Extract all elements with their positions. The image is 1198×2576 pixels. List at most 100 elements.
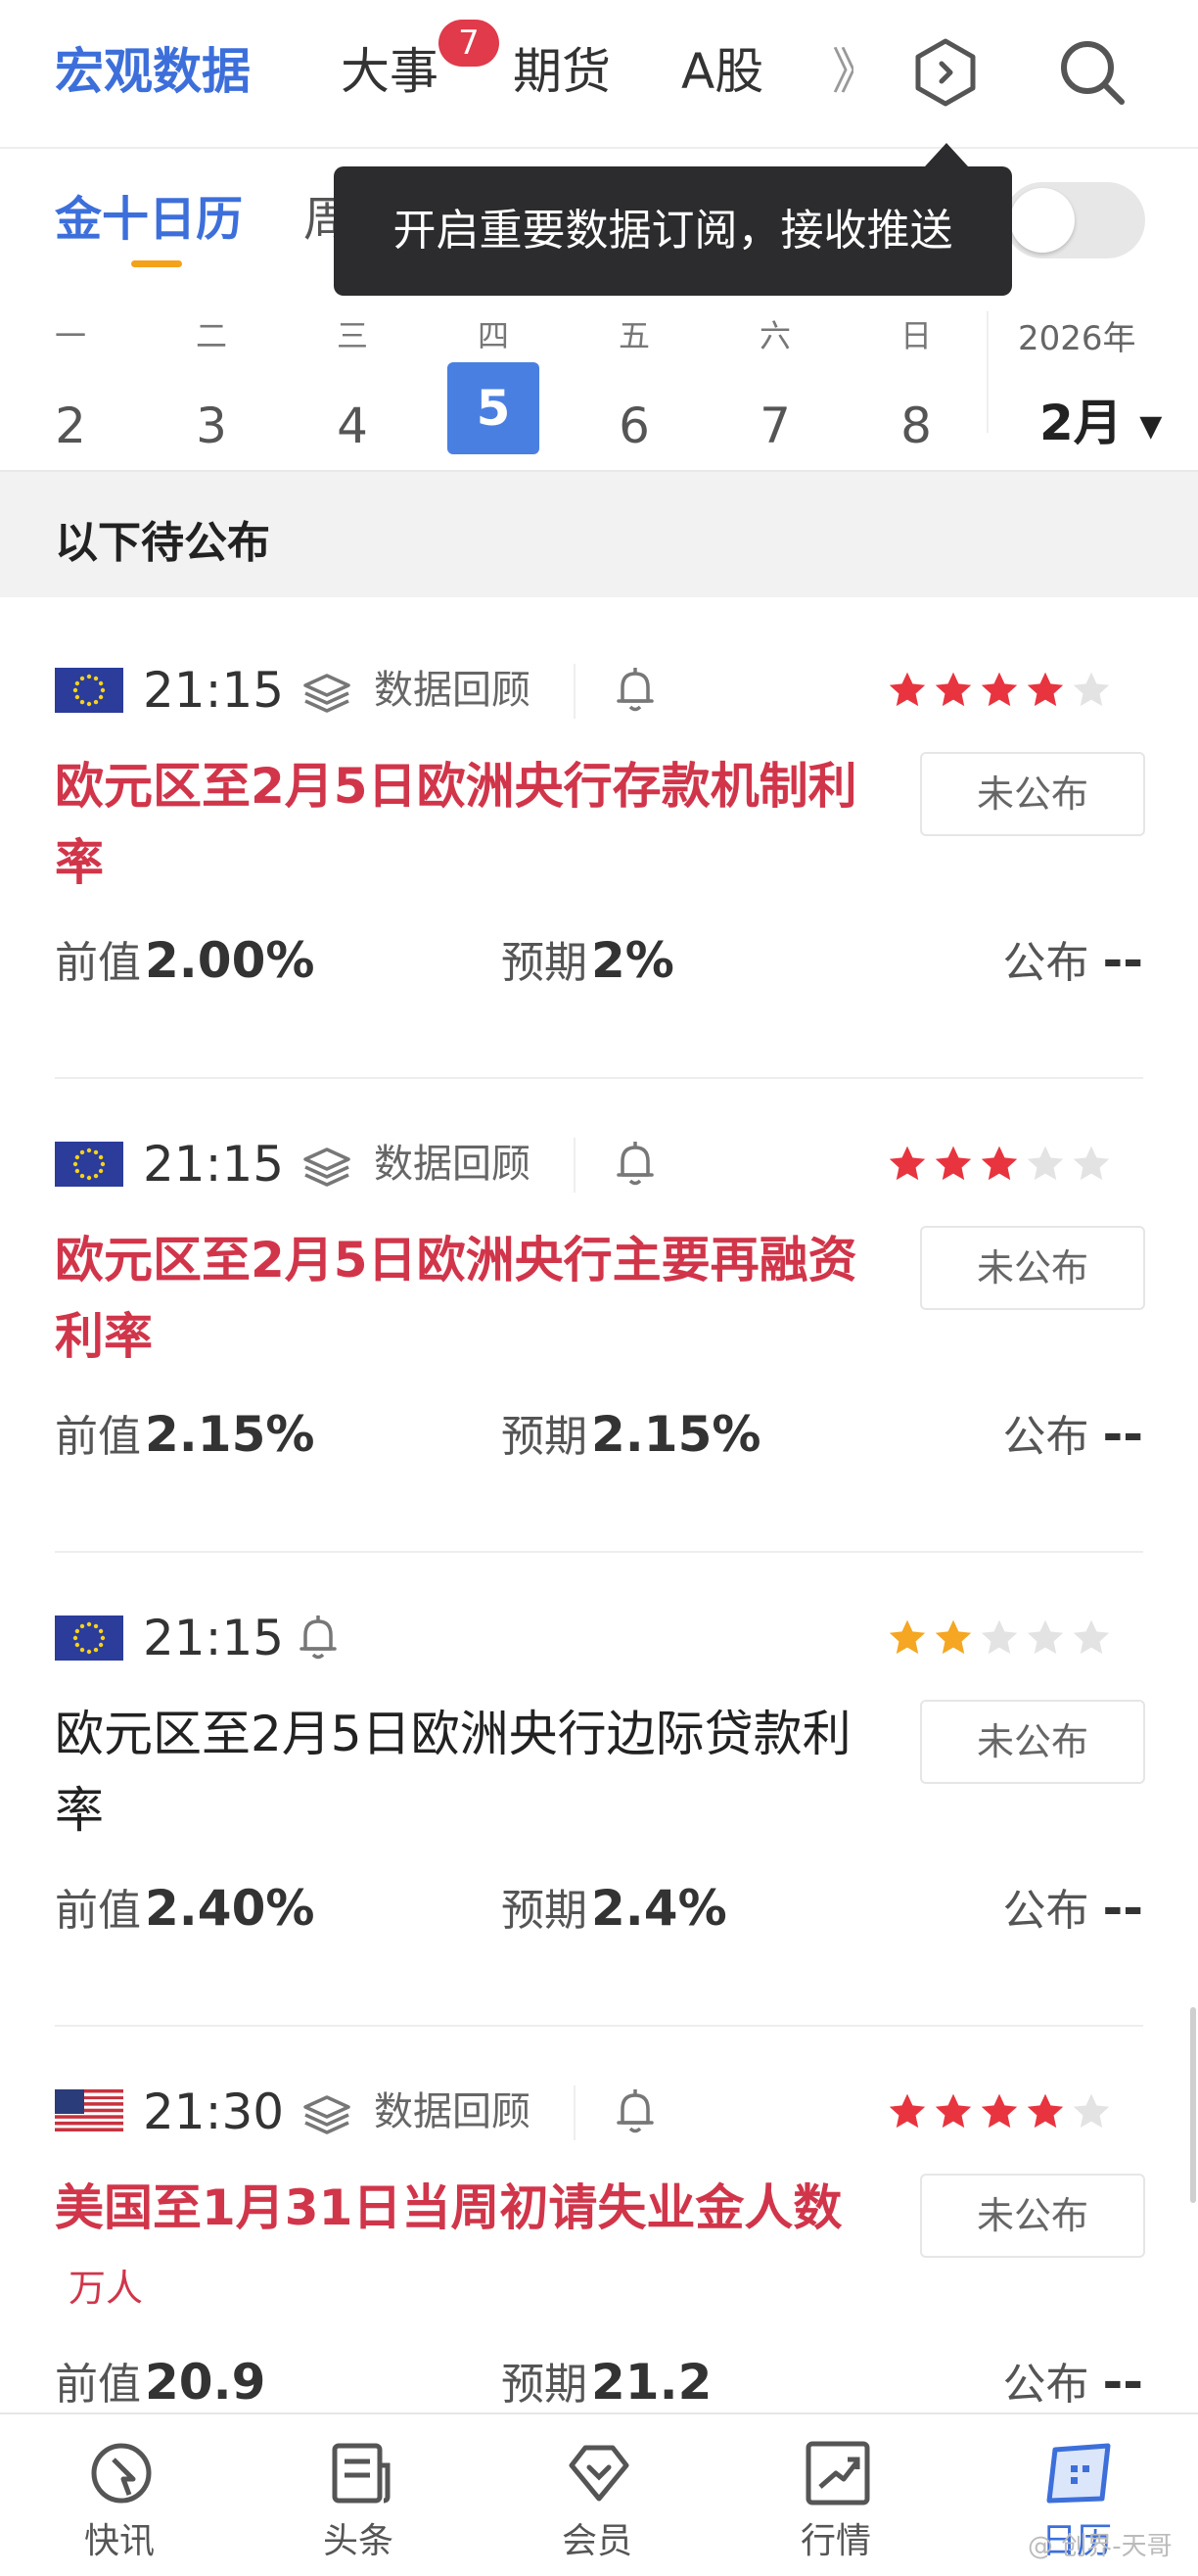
previous-value: 2.00% — [145, 932, 315, 989]
unread-badge: 7 — [438, 20, 499, 67]
weekday-label: 日 — [899, 317, 932, 354]
flash-news-icon — [91, 2443, 152, 2504]
importance-stars — [889, 672, 1110, 707]
tab-overflow[interactable]: 》 — [832, 37, 853, 106]
previous-value: 2.15% — [145, 1406, 315, 1463]
week-divider — [987, 311, 989, 433]
toggle-knob — [1010, 188, 1075, 253]
event-card[interactable]: 21:15 数据回顾 欧元区至2月5日欧洲央行主要再融资利率 未公布 前值2.15% 预期… — [55, 1077, 1145, 1553]
bell-icon[interactable] — [296, 1612, 341, 1663]
divider — [574, 1138, 576, 1193]
date-cell[interactable]: 3 — [162, 380, 260, 472]
expected-label: 预期 — [501, 1886, 587, 1936]
event-values: 前值20.9 预期21.2 公布 -- — [55, 2348, 1143, 2416]
divider — [574, 2085, 576, 2140]
scrollbar[interactable] — [1190, 2007, 1196, 2203]
bottom-nav: 快讯 头条 会员 行情 日历 — [0, 2412, 1198, 2576]
search-icon[interactable] — [1055, 35, 1129, 110]
event-card[interactable]: 21:15 数据回顾 欧元区至2月5日欧洲央行存款机制利率 未公布 前值2.00% 预期2… — [55, 603, 1145, 1079]
expected-value: 2.4% — [591, 1880, 727, 1937]
bell-icon[interactable] — [613, 664, 658, 715]
month-label: 2月 — [1039, 395, 1123, 451]
layers-icon — [303, 2095, 350, 2134]
bottom-nav-flash[interactable]: 快讯 — [22, 2414, 217, 2576]
hexagon-icon[interactable] — [910, 37, 981, 108]
layers-icon — [303, 1147, 350, 1187]
bottom-nav-member[interactable]: 会员 — [499, 2414, 695, 2576]
date-cell[interactable]: 2 — [22, 380, 119, 472]
expected-label: 预期 — [501, 938, 587, 988]
weekday-label: 三 — [336, 317, 368, 354]
bottom-nav-label: 头条 — [322, 2521, 393, 2561]
active-subtab-indicator — [131, 260, 182, 267]
event-time: 21:15 — [143, 662, 285, 719]
subtab-jin10-calendar[interactable]: 金十日历 — [55, 188, 243, 251]
data-review-link[interactable]: 数据回顾 — [374, 1134, 530, 1194]
subscribe-tooltip[interactable]: 开启重要数据订阅，接收推送 — [334, 166, 1012, 296]
calendar-icon — [1046, 2443, 1111, 2504]
watermark: @ 创界-天哥 — [1028, 2532, 1173, 2561]
member-icon — [569, 2445, 629, 2502]
published-label: 公布 — [1002, 938, 1089, 988]
bottom-nav-market[interactable]: 行情 — [738, 2414, 934, 2576]
bell-icon[interactable] — [613, 2085, 658, 2136]
published-label: 公布 — [1002, 2360, 1089, 2410]
bottom-nav-label: 行情 — [800, 2521, 871, 2561]
weekday-label: 六 — [759, 317, 791, 354]
bell-icon[interactable] — [613, 1138, 658, 1189]
date-cell[interactable]: 8 — [867, 380, 965, 472]
expected-value: 21.2 — [591, 2354, 713, 2411]
previous-value: 20.9 — [145, 2354, 266, 2411]
expected-value: 2.15% — [591, 1406, 761, 1463]
published-label: 公布 — [1002, 1886, 1089, 1936]
data-review-link[interactable]: 数据回顾 — [374, 660, 530, 721]
tab-a-shares[interactable]: A股 — [681, 37, 763, 106]
status-badge[interactable]: 未公布 — [920, 1700, 1145, 1784]
published-value: -- — [1102, 1406, 1143, 1463]
event-title[interactable]: 美国至1月31日当周初请失业金人数万人 — [55, 2170, 867, 2326]
importance-stars — [889, 1619, 1110, 1655]
status-badge[interactable]: 未公布 — [920, 1226, 1145, 1310]
date-cell[interactable]: 6 — [585, 380, 683, 472]
event-title[interactable]: 欧元区至2月5日欧洲央行主要再融资利率 — [55, 1222, 867, 1375]
data-review-link[interactable]: 数据回顾 — [374, 2082, 530, 2142]
event-values: 前值2.40% 预期2.4% 公布 -- — [55, 1874, 1143, 1943]
chevron-down-icon: ▼ — [1139, 409, 1163, 444]
headline-icon — [332, 2443, 391, 2504]
tab-big-events[interactable]: 大事 — [341, 37, 438, 106]
date-cell[interactable]: 7 — [726, 380, 824, 472]
weekday-label: 二 — [195, 317, 227, 354]
published-value: -- — [1102, 2354, 1143, 2411]
published-value: -- — [1102, 1880, 1143, 1937]
event-title-text: 欧元区至2月5日欧洲央行边际贷款利率 — [55, 1706, 852, 1839]
date-cell[interactable]: 4 — [303, 380, 401, 472]
tooltip-arrow — [925, 143, 968, 166]
bottom-nav-label: 会员 — [561, 2521, 632, 2561]
status-badge[interactable]: 未公布 — [920, 2174, 1145, 2258]
event-values: 前值2.00% 预期2% 公布 -- — [55, 926, 1143, 995]
section-title: 以下待公布 — [55, 518, 270, 568]
eu-flag-icon — [55, 668, 123, 713]
event-title[interactable]: 欧元区至2月5日欧洲央行存款机制利率 — [55, 748, 867, 901]
bottom-nav-headline[interactable]: 头条 — [260, 2414, 456, 2576]
layers-icon — [303, 674, 350, 713]
month-selector[interactable]: 2月 ▼ — [1039, 384, 1162, 454]
previous-label: 前值 — [55, 1412, 141, 1462]
section-header: 以下待公布 — [0, 470, 1198, 597]
event-time: 21:15 — [143, 1610, 285, 1666]
status-badge[interactable]: 未公布 — [920, 752, 1145, 836]
date-cell-selected[interactable]: 5 — [447, 362, 539, 454]
weekday-label: 五 — [618, 317, 650, 354]
event-title-text: 欧元区至2月5日欧洲央行存款机制利率 — [55, 758, 857, 891]
expected-label: 预期 — [501, 1412, 587, 1462]
importance-stars — [889, 1146, 1110, 1181]
previous-label: 前值 — [55, 2360, 141, 2410]
tab-macro-data[interactable]: 宏观数据 — [55, 37, 251, 106]
expected-label: 预期 — [501, 2360, 587, 2410]
weekday-label: 一 — [54, 317, 86, 354]
tab-futures[interactable]: 期货 — [513, 37, 611, 106]
important-toggle[interactable] — [1004, 182, 1145, 258]
event-title[interactable]: 欧元区至2月5日欧洲央行边际贷款利率 — [55, 1696, 867, 1849]
event-values: 前值2.15% 预期2.15% 公布 -- — [55, 1400, 1143, 1469]
event-card[interactable]: 21:15 欧元区至2月5日欧洲央行边际贷款利率 未公布 前值2.40% 预期2.4% 公… — [55, 1551, 1145, 2027]
